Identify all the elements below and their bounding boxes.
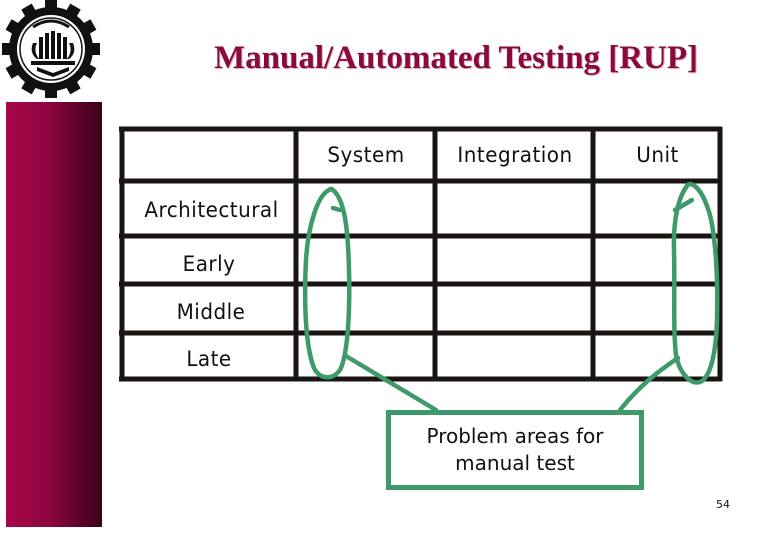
connector-line-left — [343, 353, 439, 413]
row-label-architectural: Architectural — [144, 198, 279, 222]
column-header-integration: Integration — [457, 143, 573, 167]
page-number: 54 — [716, 498, 730, 511]
callout-box: Problem areas for manual test — [386, 410, 644, 490]
highlight-tick-system — [330, 205, 343, 213]
row-label-late: Late — [186, 347, 232, 371]
row-label-middle: Middle — [176, 300, 246, 324]
column-header-unit: Unit — [636, 143, 679, 167]
column-header-system: System — [327, 143, 405, 167]
row-label-early: Early — [182, 252, 236, 276]
callout-text: Problem areas for manual test — [391, 423, 639, 477]
connector-line-right — [617, 355, 681, 413]
callout-line-2: manual test — [455, 451, 575, 475]
callout-line-1: Problem areas for — [426, 424, 604, 448]
